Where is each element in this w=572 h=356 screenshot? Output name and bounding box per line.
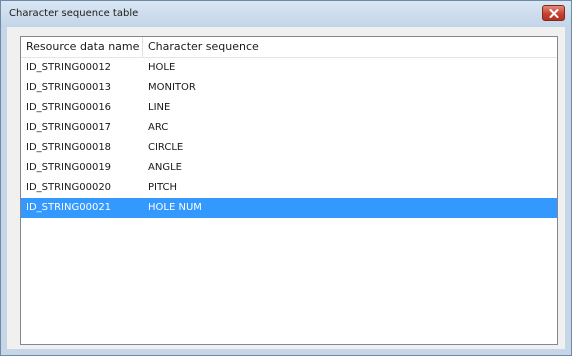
character-sequence-cell: PITCH — [148, 182, 178, 193]
character-sequence-list[interactable]: Resource data name Character sequence ID… — [20, 36, 558, 345]
character-sequence-cell: MONITOR — [148, 82, 196, 93]
table-row[interactable]: ID_STRING00018 CIRCLE — [21, 138, 557, 158]
close-button[interactable] — [542, 5, 565, 21]
resource-data-name-cell: ID_STRING00013 — [26, 82, 112, 93]
table-row[interactable]: ID_STRING00017 ARC — [21, 118, 557, 138]
dialog-client-area: Resource data name Character sequence ID… — [7, 27, 565, 349]
character-sequence-cell: CIRCLE — [148, 142, 184, 153]
table-row-selected[interactable]: ID_STRING00021 HOLE NUM — [21, 198, 557, 218]
close-icon — [549, 9, 559, 18]
resource-data-name-cell: ID_STRING00016 — [26, 102, 112, 113]
list-header: Resource data name Character sequence — [21, 37, 557, 58]
character-sequence-cell: ANGLE — [148, 162, 182, 173]
window-title: Character sequence table — [9, 8, 139, 19]
resource-data-name-cell: ID_STRING00020 — [26, 182, 112, 193]
table-row[interactable]: ID_STRING00013 MONITOR — [21, 78, 557, 98]
table-row[interactable]: ID_STRING00019 ANGLE — [21, 158, 557, 178]
table-row[interactable]: ID_STRING00020 PITCH — [21, 178, 557, 198]
character-sequence-cell: ARC — [148, 122, 169, 133]
column-header-character-sequence[interactable]: Character sequence — [143, 37, 293, 57]
resource-data-name-cell: ID_STRING00019 — [26, 162, 112, 173]
title-bar[interactable]: Character sequence table — [1, 1, 571, 27]
resource-data-name-cell: ID_STRING00021 — [26, 202, 112, 213]
table-row[interactable]: ID_STRING00016 LINE — [21, 98, 557, 118]
column-header-resource-data-name[interactable]: Resource data name — [21, 37, 143, 57]
resource-data-name-cell: ID_STRING00017 — [26, 122, 112, 133]
character-sequence-cell: HOLE — [148, 62, 176, 73]
dialog-window: Character sequence table Resource data n… — [0, 0, 572, 356]
character-sequence-cell: HOLE NUM — [148, 202, 202, 213]
resource-data-name-cell: ID_STRING00012 — [26, 62, 112, 73]
table-row[interactable]: ID_STRING00012 HOLE — [21, 58, 557, 78]
resource-data-name-cell: ID_STRING00018 — [26, 142, 112, 153]
character-sequence-cell: LINE — [148, 102, 171, 113]
